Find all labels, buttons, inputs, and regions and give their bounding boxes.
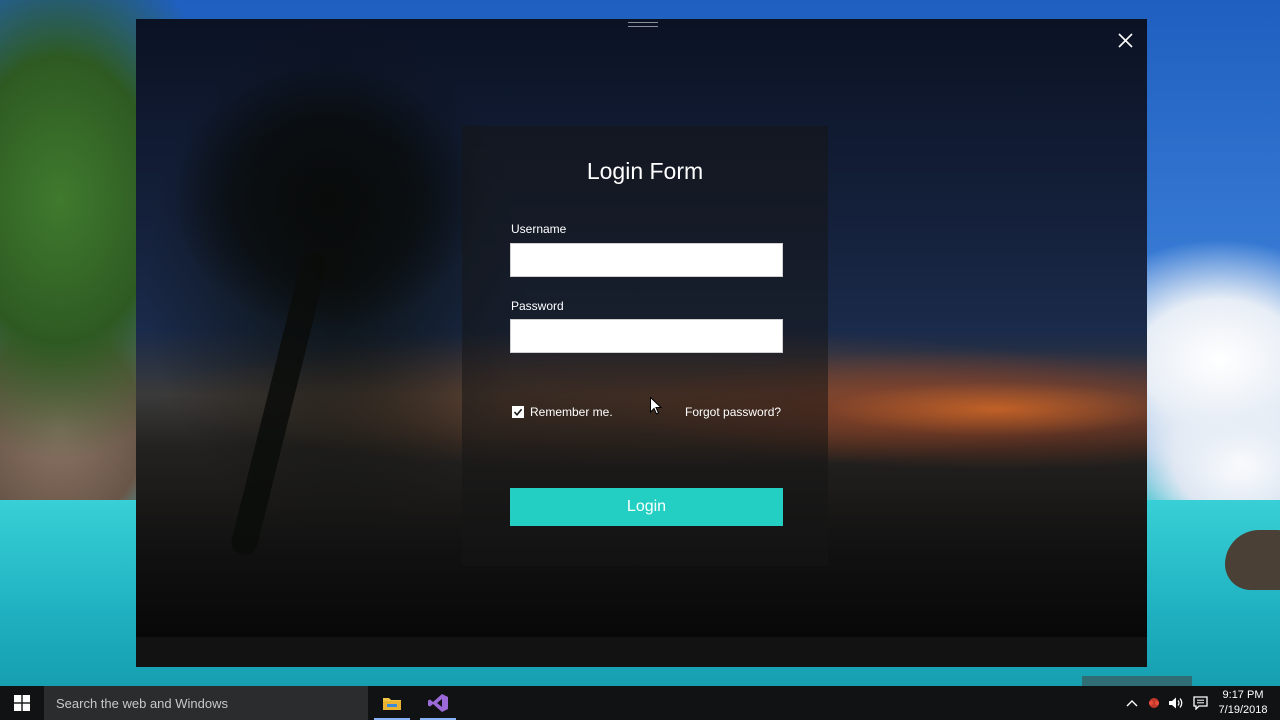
forgot-password-link[interactable]: Forgot password? — [685, 405, 781, 419]
chevron-up-icon — [1126, 700, 1138, 707]
volume-icon — [1169, 697, 1183, 709]
visual-studio-icon — [428, 694, 448, 712]
message-icon — [1192, 696, 1208, 710]
taskbar-search-box[interactable]: Search the web and Windows — [44, 686, 368, 720]
clock-time: 9:17 PM — [1222, 689, 1264, 701]
taskbar-app-file-explorer[interactable] — [370, 686, 414, 720]
window-bottom-strip — [136, 637, 1147, 667]
file-explorer-icon — [383, 698, 401, 710]
password-input[interactable] — [510, 319, 783, 353]
login-window: Login Form Username Password Remember me… — [136, 19, 1147, 667]
network-icon — [1149, 698, 1159, 708]
login-panel: Login Form Username Password Remember me… — [462, 126, 828, 566]
password-label: Password — [511, 299, 564, 313]
tray-notifications[interactable] — [1192, 695, 1208, 711]
remember-me-checkbox-row[interactable]: Remember me. — [512, 405, 613, 419]
close-button[interactable] — [1114, 29, 1136, 51]
username-label: Username — [511, 222, 567, 236]
mouse-cursor-icon — [650, 397, 662, 415]
username-input[interactable] — [510, 243, 783, 277]
tray-network[interactable] — [1146, 695, 1162, 711]
clock-date: 7/19/2018 — [1218, 704, 1268, 716]
taskbar: Search the web and Windows 9:17 PM 7/19/… — [0, 686, 1280, 720]
remember-me-label: Remember me. — [530, 405, 613, 419]
checkmark-icon — [513, 408, 523, 417]
remember-me-checkbox[interactable] — [512, 406, 524, 418]
login-button[interactable]: Login — [510, 488, 783, 526]
tray-volume[interactable] — [1168, 695, 1184, 711]
taskbar-app-visual-studio[interactable] — [416, 686, 460, 720]
close-icon — [1117, 32, 1133, 48]
login-title: Login Form — [586, 158, 704, 184]
tray-chevron-up[interactable] — [1124, 695, 1140, 711]
background-palm-crown — [176, 69, 476, 329]
drag-handle[interactable] — [628, 22, 658, 27]
taskbar-clock[interactable]: 9:17 PM 7/19/2018 — [1212, 688, 1274, 718]
windows-logo-icon — [14, 695, 30, 711]
start-button[interactable] — [0, 686, 44, 720]
